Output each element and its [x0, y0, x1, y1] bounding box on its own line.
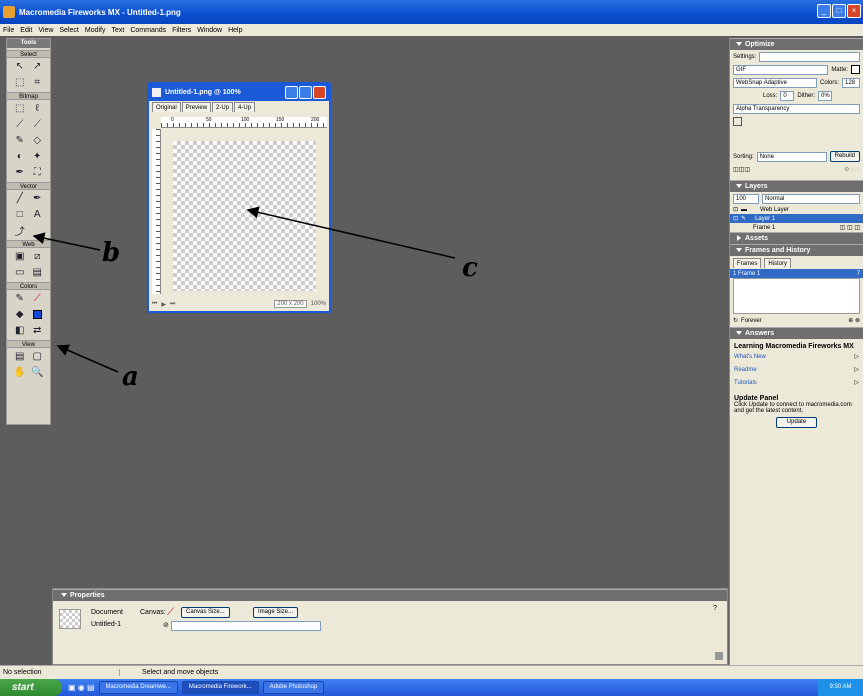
system-tray-clock: 9:50 AM [818, 679, 863, 696]
frames-panel-header[interactable]: Frames and History [730, 244, 863, 256]
expand-icon[interactable] [715, 652, 723, 660]
canvas-color-icon[interactable]: ⟋ [167, 607, 174, 618]
frame-1-row[interactable]: 1 Frame 1 7 [730, 269, 863, 278]
answers-panel-header[interactable]: Answers [730, 327, 863, 339]
sorting-label: Sorting: [733, 153, 754, 160]
readme-link[interactable]: Readme [734, 367, 757, 373]
matte-swatch[interactable] [851, 65, 860, 74]
update-panel-title: Update Panel [734, 395, 779, 402]
layer-label: Web Layer [760, 206, 789, 213]
layer-row-web[interactable]: ⊡ ▬ Web Layer [730, 205, 863, 214]
document-name-field[interactable]: Untitled-1 [91, 621, 121, 628]
annotation-label-c: c [462, 253, 478, 283]
tutorials-link[interactable]: Tutorials [734, 380, 757, 386]
assets-panel-header[interactable]: Assets [730, 232, 863, 244]
blend-mode-dropdown[interactable]: Normal [762, 193, 860, 204]
annotation-label-a: a [122, 362, 139, 392]
optimize-panel-header[interactable]: Optimize [730, 38, 863, 50]
whats-new-link[interactable]: What's New [734, 354, 766, 360]
layer-opacity-field[interactable]: 100 [733, 193, 759, 204]
palette-options-icon[interactable]: ⚙ ◌ ◌ [844, 166, 860, 173]
image-size-button[interactable]: Image Size... [253, 607, 299, 618]
loss-label: Loss: [763, 92, 778, 99]
arrow-icon: ▷ [854, 380, 859, 386]
frame-delay: 7 [856, 270, 860, 277]
task-dreamweaver[interactable]: Macromedia Dreamwe... [98, 681, 178, 694]
canvas-size-button[interactable]: Canvas Size... [181, 607, 230, 618]
document-thumbnail [59, 609, 81, 629]
task-photoshop[interactable]: Adobe Photoshop [262, 681, 325, 694]
link-icon: ⊘ [163, 622, 169, 629]
loop-icon[interactable]: ↻ [733, 317, 738, 324]
palette-tools-icon[interactable]: ◫◫◫ [733, 166, 750, 173]
status-bar: No selection Select and move objects [0, 665, 863, 679]
taskbar: start ▣ ◉ ▤ Macromedia Dreamwe... Macrom… [0, 679, 863, 696]
frame-row: Frame 1 ◫ ◫ ◫ [730, 223, 863, 232]
dither-label: Dither: [797, 92, 816, 99]
arrow-b [32, 232, 101, 251]
update-button[interactable]: Update [775, 417, 818, 428]
arrow-icon: ▷ [854, 354, 859, 360]
update-panel-text: Click Update to connect to macromedia.co… [734, 402, 852, 414]
layer-actions-icon[interactable]: ◫ ◫ ◫ [840, 224, 860, 231]
matte-label: Matte: [831, 66, 848, 73]
canvas-dropdown[interactable] [171, 621, 321, 631]
frame-label: Frame 1 [753, 224, 776, 231]
arrow-c [246, 206, 456, 259]
fireworks-app: Macromedia Fireworks MX - Untitled-1.png… [0, 0, 863, 696]
start-button[interactable]: start [0, 679, 62, 696]
colors-label: Colors: [819, 79, 839, 86]
layers-panel-header[interactable]: Layers [730, 180, 863, 192]
layer-label: Layer 1 [755, 215, 776, 222]
help-icon[interactable]: ? [713, 605, 717, 612]
layer-row-layer1[interactable]: ⊡ ✎ Layer 1 [730, 214, 863, 223]
status-selection: No selection [0, 669, 120, 676]
add-color-icon[interactable] [733, 117, 742, 126]
transparency-dropdown[interactable]: Alpha Transparency [733, 103, 860, 114]
settings-dropdown[interactable] [759, 51, 860, 62]
rebuild-button[interactable]: Rebuild [829, 151, 860, 162]
document-label: Document [91, 609, 123, 616]
arrow-a [56, 344, 119, 373]
forever-label[interactable]: Forever [741, 318, 762, 324]
lock-icon[interactable]: ▬ [741, 207, 747, 213]
properties-panel: Properties Document Untitled-1 Canvas: ⟋… [52, 588, 728, 665]
format-dropdown[interactable]: GIF [733, 64, 829, 75]
quick-launch-icons[interactable]: ▣ ◉ ▤ [68, 683, 95, 692]
settings-label: Settings: [733, 53, 757, 60]
loss-field[interactable]: 0 [780, 90, 795, 101]
status-hint: Select and move objects [142, 669, 219, 676]
answers-title: Learning Macromedia Fireworks MX [734, 343, 854, 350]
task-fireworks[interactable]: Macromedia Firework... [181, 681, 259, 694]
dither-field[interactable]: 0% [818, 90, 833, 101]
colors-field[interactable]: 128 [842, 77, 860, 88]
canvas-label: Canvas: [140, 609, 166, 616]
frame-actions-icon[interactable]: ⊕ ⊗ [848, 317, 860, 324]
tab-history[interactable]: History [764, 257, 792, 268]
properties-panel-header[interactable]: Properties [53, 589, 727, 601]
sorting-dropdown[interactable]: None [756, 151, 827, 162]
tab-frames[interactable]: Frames [733, 257, 762, 268]
annotation-label-b: b [102, 238, 121, 268]
toggle-eye-icon[interactable]: ⊡ [733, 215, 738, 222]
panel-dock: Optimize Settings: GIF Matte: WebSnap Ad… [729, 38, 863, 665]
arrow-icon: ▷ [854, 367, 859, 373]
toggle-eye-icon[interactable]: ⊡ [733, 206, 738, 213]
palette-dropdown[interactable]: WebSnap Adaptive [733, 77, 817, 88]
pencil-icon: ✎ [741, 216, 747, 222]
